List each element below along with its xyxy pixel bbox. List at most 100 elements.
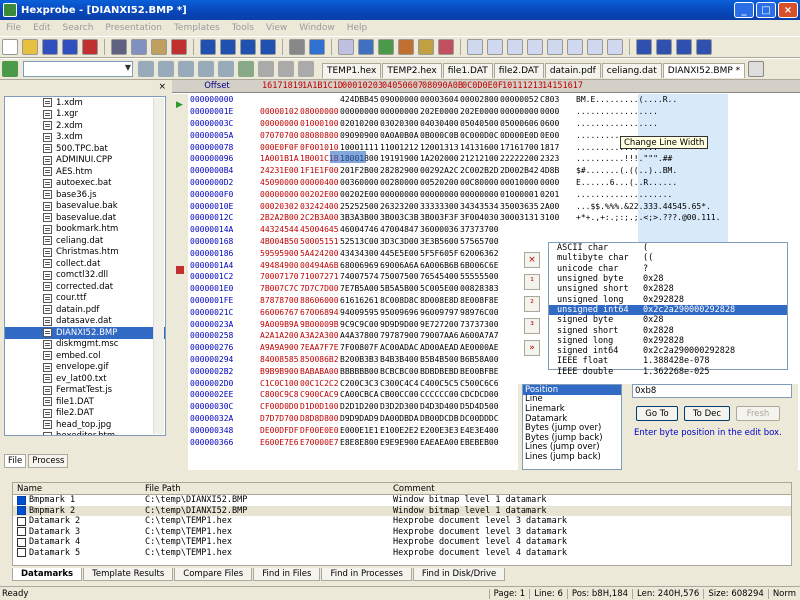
hex-cell[interactable]: 08000000 [300, 107, 340, 116]
view-8-icon[interactable] [607, 39, 623, 55]
hex-cell[interactable]: C400C5C5 [420, 379, 460, 388]
hex-cell[interactable]: 00C80000 [460, 178, 500, 187]
ascii-text[interactable]: ..........!!!.""".## [576, 154, 672, 163]
file-tree-item[interactable]: AES.htm [5, 166, 165, 178]
hex-cell[interactable]: 445E5E00 [380, 249, 420, 258]
hex-cell[interactable]: 3D3C3D00 [380, 237, 420, 246]
hex-cell[interactable]: 3100 [540, 213, 566, 222]
hex-cell[interactable]: 04030400 [420, 119, 460, 128]
hex-cell[interactable]: 44324544 [260, 225, 300, 234]
hex-cell[interactable]: 00280000 [380, 178, 420, 187]
hex-row[interactable]: 00000001E 00000102 08000000 00000000 0000000… [188, 106, 800, 118]
menu-templates[interactable]: Templates [168, 23, 226, 33]
column-3-icon[interactable] [676, 39, 692, 55]
inspector-row[interactable]: IEEE double 1.362268e-025 [549, 367, 787, 377]
hex-cell[interactable]: 3B3A3B00 [340, 213, 380, 222]
hex-cell[interactable]: 0000 [540, 107, 566, 116]
hex-cell[interactable]: 24231E00 [260, 166, 300, 175]
maximize-button[interactable]: □ [756, 2, 776, 18]
hex-cell[interactable]: 02010200 [340, 119, 380, 128]
hex-cell[interactable]: 05000606 [500, 119, 540, 128]
hex-cell[interactable]: 75007500 [380, 272, 420, 281]
hex-cell[interactable]: 36000036 [420, 225, 460, 234]
bottom-tab[interactable]: Find in Files [253, 568, 321, 581]
doc-tab[interactable]: file2.DAT [493, 63, 544, 78]
hex-cell[interactable]: 95009696 [380, 308, 420, 317]
file-tree-item[interactable]: file2.DAT [5, 408, 165, 420]
hex-cell[interactable]: BDBDBEBD [420, 367, 460, 376]
hex-cell[interactable]: 00000000 [340, 107, 380, 116]
datamark-row[interactable]: Datamark 5 C:\temp\TEMP1.hex Hexprobe docu… [13, 548, 791, 559]
undo-all-icon[interactable] [240, 39, 256, 55]
export-icon[interactable] [418, 39, 434, 55]
hex-cell[interactable]: 00828383 [460, 284, 500, 293]
goto-button[interactable]: Go To [636, 406, 678, 421]
hex-cell[interactable]: 05040500 [460, 119, 500, 128]
hex-cell[interactable]: 9C9C9C00 [340, 320, 380, 329]
menu-window[interactable]: Window [293, 23, 341, 33]
hex-cell[interactable]: 00000000 [460, 190, 500, 199]
hex-cell[interactable]: D2D1D200 [340, 402, 380, 411]
file-tree-item[interactable]: 3.xdm [5, 132, 165, 144]
hex-cell[interactable]: 37373700 [460, 225, 500, 234]
inspector-expand-icon[interactable]: » [524, 340, 540, 356]
hex-cell[interactable]: 9D9D9D00 [380, 320, 420, 329]
hex-cell[interactable]: BCBCBC00 [380, 367, 420, 376]
hex-cell[interactable]: B200B3B3 [340, 355, 380, 364]
hex-cell[interactable]: CCCCCC00 [420, 390, 460, 399]
navigation-mode-item[interactable]: Lines (jump back) [523, 452, 621, 462]
hex-cell[interactable]: 3B003F3F [420, 213, 460, 222]
hex-cell[interactable]: 84008585 [260, 355, 300, 364]
hex-cell[interactable]: 03020300 [380, 119, 420, 128]
hex-cell[interactable]: 66006767 [260, 308, 300, 317]
hex-cell[interactable]: C800C9C8 [260, 390, 300, 399]
inspector-close-icon[interactable]: × [524, 252, 540, 268]
hex-cell[interactable]: A4A37800 [340, 331, 380, 340]
hex-cell[interactable]: 4B004B50 [260, 237, 300, 246]
compare-icon[interactable] [398, 39, 414, 55]
hex-cell[interactable]: CF00D0D0 [260, 402, 300, 411]
hex-cell[interactable]: B9B9B900 [260, 367, 300, 376]
file-tree-item[interactable]: celiang.dat [5, 235, 165, 247]
hex-cell[interactable]: 21212100 [460, 154, 500, 163]
hex-cell[interactable]: 12001313 [420, 143, 460, 152]
menu-search[interactable]: Search [57, 23, 100, 33]
hex-cell[interactable]: D4D3D400 [420, 402, 460, 411]
hex-cell[interactable]: 30003131 [500, 213, 540, 222]
column-2-icon[interactable] [656, 39, 672, 55]
hex-cell[interactable]: 0A0A0B0A [380, 131, 420, 140]
hex-cell[interactable]: 00202E00 [300, 190, 340, 199]
hex-cell[interactable]: C200C3C3 [340, 379, 380, 388]
hex-cell[interactable]: 01000001 [500, 190, 540, 199]
fresh-button[interactable]: Fresh [736, 406, 780, 421]
view-2-icon[interactable] [487, 39, 503, 55]
inspector-row[interactable]: unsigned int64 0x2c2a290000292828 [549, 304, 787, 315]
file-tree-item[interactable]: collect.dat [5, 258, 165, 270]
inspector-row[interactable]: unsigned long 0x292828 [549, 294, 787, 305]
hex-cell[interactable]: 00000000 [420, 190, 460, 199]
hex-cell[interactable]: 00000400 [300, 178, 340, 187]
hex-cell[interactable]: 2D002B42 [500, 166, 540, 175]
hex-cell[interactable]: 1F1E1F00 [300, 166, 340, 175]
hex-cell[interactable]: B5B4B500 [420, 355, 460, 364]
hex-row[interactable]: 00000014A 44324544 45004645 46004746 4700484… [188, 224, 800, 236]
paste-icon[interactable] [151, 39, 167, 55]
hex-cell[interactable]: BBBBBB00 [340, 367, 380, 376]
hex-cell[interactable]: 98976C00 [460, 308, 500, 317]
zoom-in-icon[interactable] [158, 61, 174, 77]
hex-cell[interactable]: 202E0000 [420, 107, 460, 116]
hex-cell[interactable]: 79007AA6 [420, 331, 460, 340]
datamark-row[interactable]: Bmpmark 2 C:\temp\DIANXI52.BMP Window bitm… [13, 505, 791, 516]
hex-cell[interactable]: 03242400 [300, 202, 340, 211]
hex-cell[interactable]: 202E0000 [460, 107, 500, 116]
column-1-icon[interactable] [636, 39, 652, 55]
menu-file[interactable]: File [0, 23, 27, 33]
zoom-icon[interactable] [138, 61, 154, 77]
close-file-icon[interactable] [82, 39, 98, 55]
mark-icon[interactable] [238, 61, 254, 77]
file-tree-item[interactable]: file1.DAT [5, 396, 165, 408]
hex-cell[interactable]: 00202E00 [340, 190, 380, 199]
hex-cell[interactable]: 0E00 [540, 131, 566, 140]
hex-cell[interactable]: 09090900 [340, 131, 380, 140]
hex-cell[interactable]: 26323200 [380, 202, 420, 211]
